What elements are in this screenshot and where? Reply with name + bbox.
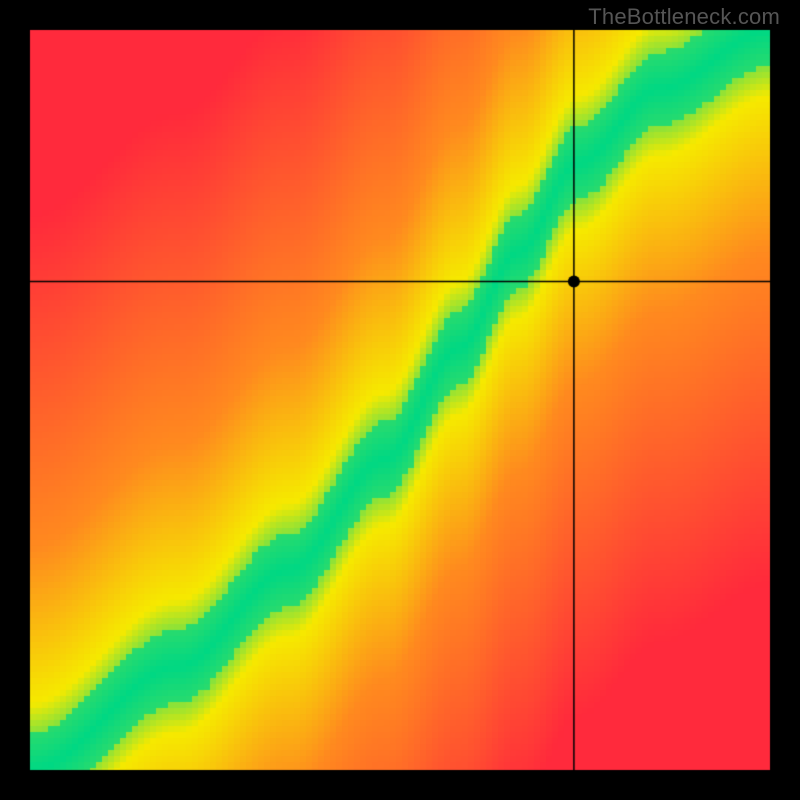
attribution-label: TheBottleneck.com: [588, 4, 780, 30]
bottleneck-heatmap: [0, 0, 800, 800]
chart-container: TheBottleneck.com: [0, 0, 800, 800]
